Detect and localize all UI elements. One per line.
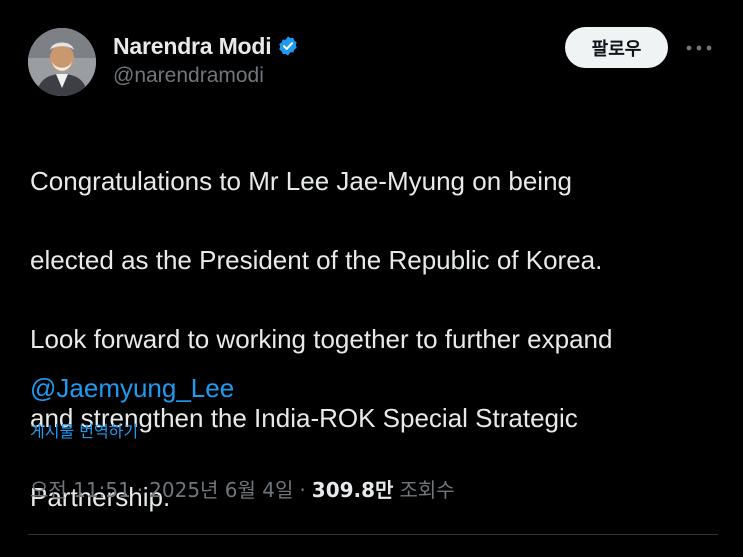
mention-link[interactable]: @Jaemyung_Lee bbox=[30, 369, 234, 408]
tweet-line: Congratulations to Mr Lee Jae-Myung on b… bbox=[30, 165, 572, 196]
tweet-meta: 오전 11:51 · 2025년 6월 4일 · 309.8만 조회수 bbox=[30, 475, 455, 505]
follow-button[interactable]: 팔로우 bbox=[565, 27, 668, 68]
profile-photo bbox=[28, 28, 96, 96]
more-horizontal-icon[interactable] bbox=[684, 38, 714, 58]
author-handle[interactable]: @narendramodi bbox=[113, 64, 264, 88]
post-date[interactable]: 2025년 6월 4일 bbox=[149, 475, 293, 505]
verified-badge-icon[interactable] bbox=[277, 35, 299, 57]
translate-post-link[interactable]: 게시물 번역하기 bbox=[30, 420, 138, 444]
display-name[interactable]: Narendra Modi bbox=[113, 33, 272, 60]
post-time[interactable]: 오전 11:51 bbox=[30, 475, 131, 505]
tweet-line: Look forward to working together to furt… bbox=[30, 323, 613, 354]
meta-separator: · bbox=[299, 478, 306, 502]
meta-separator: · bbox=[136, 478, 144, 502]
avatar[interactable] bbox=[28, 28, 96, 96]
author-name-row[interactable]: Narendra Modi bbox=[113, 30, 299, 62]
views-count: 309.8만 bbox=[311, 478, 394, 502]
tweet-line: elected as the President of the Republic… bbox=[30, 244, 603, 275]
views-label: 조회수 bbox=[399, 478, 455, 502]
divider bbox=[28, 534, 718, 535]
